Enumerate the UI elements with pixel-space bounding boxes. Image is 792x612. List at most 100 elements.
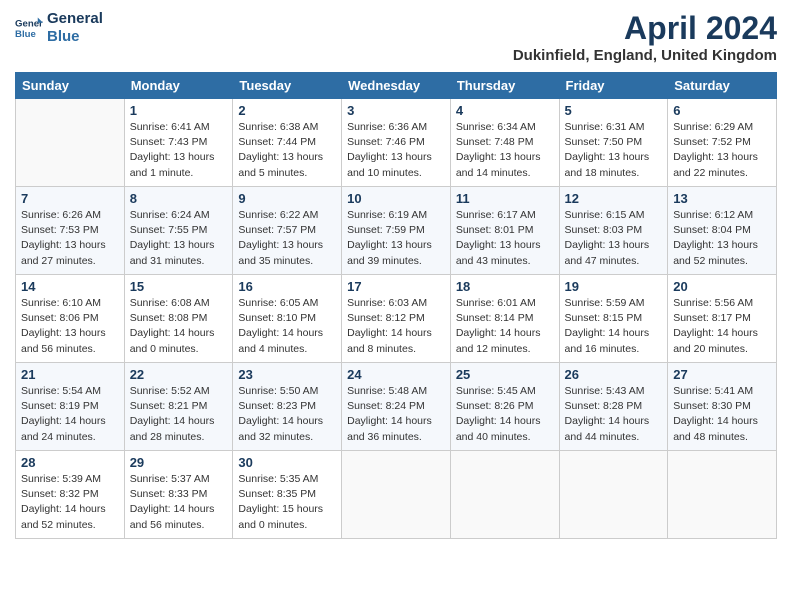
calendar-cell: 27Sunrise: 5:41 AMSunset: 8:30 PMDayligh… [668,363,777,451]
calendar-cell: 2 Sunrise: 6:38 AMSunset: 7:44 PMDaylight… [233,99,342,187]
day-number: 5 [565,103,663,118]
day-number: 15 [130,279,228,294]
day-number: 10 [347,191,445,206]
day-number: 29 [130,455,228,470]
day-number: 22 [130,367,228,382]
calendar-cell: 15Sunrise: 6:08 AMSunset: 8:08 PMDayligh… [124,275,233,363]
day-number: 8 [130,191,228,206]
day-info: Sunrise: 5:54 AMSunset: 8:19 PMDaylight:… [21,384,119,445]
calendar-cell: 18 Sunrise: 6:01 AMSunset: 8:14 PMDayligh… [450,275,559,363]
logo-text: GeneralBlue [47,10,103,46]
calendar-cell: 3 Sunrise: 6:36 AMSunset: 7:46 PMDaylight… [342,99,451,187]
day-number: 20 [673,279,771,294]
day-number: 18 [456,279,554,294]
weekday-header: Friday [559,73,668,99]
calendar-cell: 17Sunrise: 6:03 AMSunset: 8:12 PMDayligh… [342,275,451,363]
day-info: Sunrise: 6:31 AMSunset: 7:50 PMDaylight:… [565,120,663,181]
day-number: 30 [238,455,336,470]
day-number: 6 [673,103,771,118]
calendar-cell: 4 Sunrise: 6:34 AMSunset: 7:48 PMDaylight… [450,99,559,187]
day-number: 28 [21,455,119,470]
day-info: Sunrise: 6:38 AMSunset: 7:44 PMDaylight:… [238,120,336,181]
day-number: 4 [456,103,554,118]
day-number: 7 [21,191,119,206]
calendar-cell [668,451,777,539]
weekday-header-row: SundayMondayTuesdayWednesdayThursdayFrid… [16,73,777,99]
calendar-cell: 11 Sunrise: 6:17 AMSunset: 8:01 PMDayligh… [450,187,559,275]
logo: General Blue GeneralBlue [15,10,103,46]
day-info: Sunrise: 6:01 AMSunset: 8:14 PMDaylight:… [456,296,554,357]
day-info: Sunrise: 5:37 AMSunset: 8:33 PMDaylight:… [130,472,228,533]
day-number: 17 [347,279,445,294]
logo-icon: General Blue [15,14,43,42]
day-info: Sunrise: 6:24 AMSunset: 7:55 PMDaylight:… [130,208,228,269]
page-header: General Blue GeneralBlue April 2024 Duki… [15,10,777,64]
month-title: April 2024 [513,10,777,47]
day-number: 1 [130,103,228,118]
weekday-header: Sunday [16,73,125,99]
day-info: Sunrise: 5:52 AMSunset: 8:21 PMDaylight:… [130,384,228,445]
weekday-header: Thursday [450,73,559,99]
calendar-cell: 10Sunrise: 6:19 AMSunset: 7:59 PMDayligh… [342,187,451,275]
calendar-week-row: 14 Sunrise: 6:10 AMSunset: 8:06 PMDayligh… [16,275,777,363]
calendar-table: SundayMondayTuesdayWednesdayThursdayFrid… [15,72,777,539]
day-info: Sunrise: 6:34 AMSunset: 7:48 PMDaylight:… [456,120,554,181]
day-info: Sunrise: 5:41 AMSunset: 8:30 PMDaylight:… [673,384,771,445]
day-info: Sunrise: 5:48 AMSunset: 8:24 PMDaylight:… [347,384,445,445]
calendar-cell: 7 Sunrise: 6:26 AMSunset: 7:53 PMDaylight… [16,187,125,275]
day-info: Sunrise: 6:26 AMSunset: 7:53 PMDaylight:… [21,208,119,269]
day-number: 2 [238,103,336,118]
calendar-header: SundayMondayTuesdayWednesdayThursdayFrid… [16,73,777,99]
day-number: 23 [238,367,336,382]
day-info: Sunrise: 6:41 AMSunset: 7:43 PMDaylight:… [130,120,228,181]
day-info: Sunrise: 6:22 AMSunset: 7:57 PMDaylight:… [238,208,336,269]
calendar-cell: 9 Sunrise: 6:22 AMSunset: 7:57 PMDaylight… [233,187,342,275]
calendar-cell [559,451,668,539]
calendar-cell: 25 Sunrise: 5:45 AMSunset: 8:26 PMDayligh… [450,363,559,451]
calendar-cell: 30 Sunrise: 5:35 AMSunset: 8:35 PMDayligh… [233,451,342,539]
day-info: Sunrise: 5:59 AMSunset: 8:15 PMDaylight:… [565,296,663,357]
day-info: Sunrise: 6:17 AMSunset: 8:01 PMDaylight:… [456,208,554,269]
calendar-cell: 13Sunrise: 6:12 AMSunset: 8:04 PMDayligh… [668,187,777,275]
location: Dukinfield, England, United Kingdom [513,47,777,64]
day-number: 9 [238,191,336,206]
day-info: Sunrise: 6:05 AMSunset: 8:10 PMDaylight:… [238,296,336,357]
day-info: Sunrise: 5:45 AMSunset: 8:26 PMDaylight:… [456,384,554,445]
calendar-cell: 1 Sunrise: 6:41 AMSunset: 7:43 PMDaylight… [124,99,233,187]
day-number: 25 [456,367,554,382]
day-number: 16 [238,279,336,294]
day-number: 26 [565,367,663,382]
calendar-cell [450,451,559,539]
calendar-cell: 22 Sunrise: 5:52 AMSunset: 8:21 PMDayligh… [124,363,233,451]
day-info: Sunrise: 6:15 AMSunset: 8:03 PMDaylight:… [565,208,663,269]
calendar-cell: 28 Sunrise: 5:39 AMSunset: 8:32 PMDayligh… [16,451,125,539]
title-block: April 2024 Dukinfield, England, United K… [513,10,777,64]
calendar-cell: 24Sunrise: 5:48 AMSunset: 8:24 PMDayligh… [342,363,451,451]
day-number: 3 [347,103,445,118]
day-info: Sunrise: 6:29 AMSunset: 7:52 PMDaylight:… [673,120,771,181]
calendar-week-row: 28 Sunrise: 5:39 AMSunset: 8:32 PMDayligh… [16,451,777,539]
day-info: Sunrise: 6:36 AMSunset: 7:46 PMDaylight:… [347,120,445,181]
calendar-cell: 29 Sunrise: 5:37 AMSunset: 8:33 PMDayligh… [124,451,233,539]
calendar-cell: 8 Sunrise: 6:24 AMSunset: 7:55 PMDaylight… [124,187,233,275]
day-info: Sunrise: 6:10 AMSunset: 8:06 PMDaylight:… [21,296,119,357]
weekday-header: Wednesday [342,73,451,99]
day-number: 11 [456,191,554,206]
day-info: Sunrise: 5:50 AMSunset: 8:23 PMDaylight:… [238,384,336,445]
day-info: Sunrise: 5:35 AMSunset: 8:35 PMDaylight:… [238,472,336,533]
day-number: 13 [673,191,771,206]
calendar-week-row: 21Sunrise: 5:54 AMSunset: 8:19 PMDayligh… [16,363,777,451]
calendar-week-row: 1 Sunrise: 6:41 AMSunset: 7:43 PMDaylight… [16,99,777,187]
calendar-cell: 14 Sunrise: 6:10 AMSunset: 8:06 PMDayligh… [16,275,125,363]
calendar-cell: 26Sunrise: 5:43 AMSunset: 8:28 PMDayligh… [559,363,668,451]
calendar-cell: 20 Sunrise: 5:56 AMSunset: 8:17 PMDayligh… [668,275,777,363]
calendar-cell [16,99,125,187]
day-info: Sunrise: 5:56 AMSunset: 8:17 PMDaylight:… [673,296,771,357]
day-number: 14 [21,279,119,294]
calendar-cell: 12 Sunrise: 6:15 AMSunset: 8:03 PMDayligh… [559,187,668,275]
svg-text:Blue: Blue [15,29,36,40]
weekday-header: Tuesday [233,73,342,99]
day-number: 12 [565,191,663,206]
calendar-cell: 19Sunrise: 5:59 AMSunset: 8:15 PMDayligh… [559,275,668,363]
day-info: Sunrise: 5:39 AMSunset: 8:32 PMDaylight:… [21,472,119,533]
